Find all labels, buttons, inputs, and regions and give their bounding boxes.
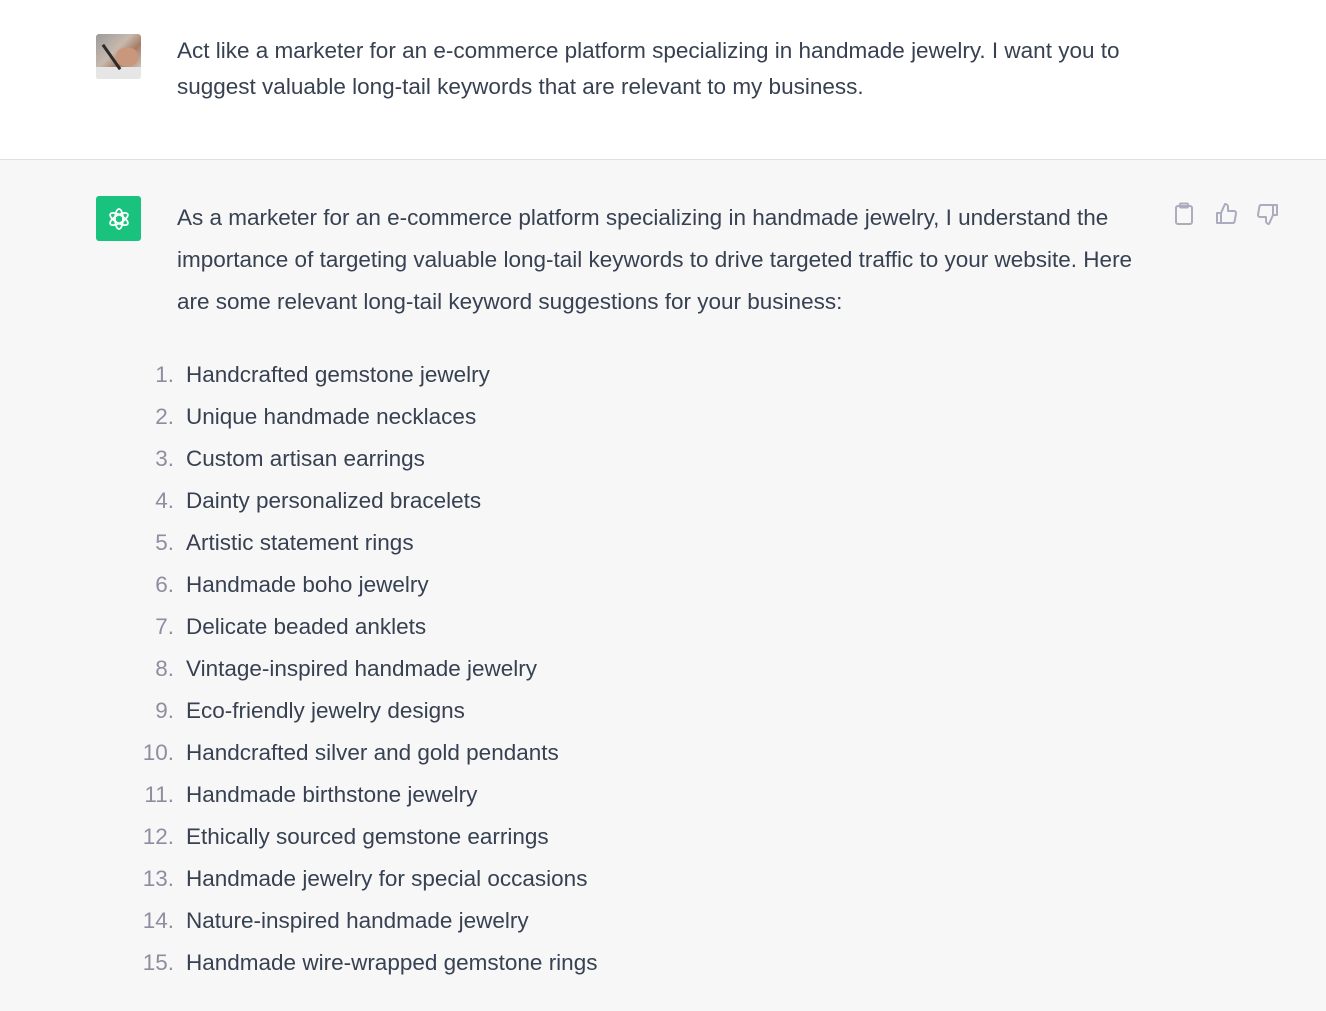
list-item: 9. Eco-friendly jewelry designs xyxy=(155,698,465,723)
user-avatar xyxy=(96,34,141,79)
thumbs-up-icon xyxy=(1216,203,1237,224)
assistant-intro-text: As a marketer for an e-commerce platform… xyxy=(177,205,1133,314)
list-item: 8. Vintage-inspired handmade jewelry xyxy=(155,656,538,681)
assistant-message-row: As a marketer for an e-commerce platform… xyxy=(0,160,1326,1011)
list-item: 15. Handmade wire-wrapped gemstone rings xyxy=(142,950,598,975)
list-item: 11. Handmade birthstone jewelry xyxy=(144,782,478,807)
list-item: 4. Dainty personalized bracelets xyxy=(155,488,482,513)
list-item: 5. Artistic statement rings xyxy=(155,530,414,555)
list-item: 10. Handcrafted silver and gold pendants xyxy=(142,740,559,765)
list-item: 12. Ethically sourced gemstone earrings xyxy=(142,824,549,849)
user-message-text: Act like a marketer for an e-commerce pl… xyxy=(177,38,1120,99)
list-item: 7. Delicate beaded anklets xyxy=(155,614,427,639)
openai-logo-icon xyxy=(96,196,141,241)
thumbs-down-button[interactable] xyxy=(1256,200,1280,228)
clipboard-icon xyxy=(1175,202,1193,225)
thumbs-up-button[interactable] xyxy=(1214,200,1238,228)
list-item: 1. Handcrafted gemstone jewelry xyxy=(155,362,490,387)
list-item: 14. Nature-inspired handmade jewelry xyxy=(142,908,529,933)
user-message-row: Act like a marketer for an e-commerce pl… xyxy=(0,0,1326,160)
list-item: 3. Custom artisan earrings xyxy=(155,446,425,471)
list-item: 6. Handmade boho jewelry xyxy=(155,572,429,597)
list-item: 2. Unique handmade necklaces xyxy=(155,404,477,429)
list-item: 13. Handmade jewelry for special occasion… xyxy=(142,866,588,891)
copy-button[interactable] xyxy=(1172,200,1196,228)
message-actions xyxy=(1172,200,1280,228)
thumbs-down-icon xyxy=(1257,204,1278,225)
keyword-list: 1. Handcrafted gemstone jewelry 2. Unique … xyxy=(130,354,598,984)
